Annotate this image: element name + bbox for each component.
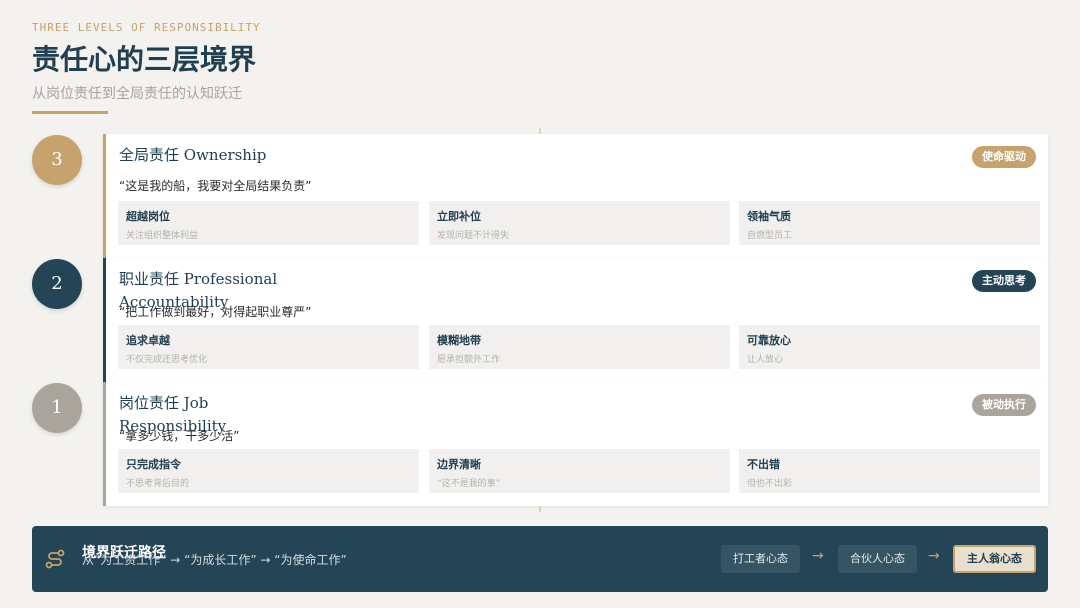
- level-1-badge: 被动执行: [972, 394, 1036, 416]
- list-item: 模糊地带 愿承担额外工作: [429, 325, 730, 369]
- list-item: 立即补位 发现问题不计得失: [429, 201, 730, 245]
- list-item: 可靠放心 让人放心: [739, 325, 1040, 369]
- item-desc: 发现问题不计得失: [437, 231, 510, 241]
- path-route-icon: [45, 549, 65, 569]
- level-2-number: 2: [51, 273, 63, 294]
- item-desc: 愿承担额外工作: [437, 355, 501, 365]
- item-desc: 关注组织整体利益: [126, 231, 199, 241]
- level-3-badge: 使命驱动: [972, 146, 1036, 168]
- list-item: 不出错 但也不出彩: [739, 449, 1040, 493]
- list-item: 只完成指令 不思考背后目的: [118, 449, 419, 493]
- list-item: 追求卓越 不仅完成还思考优化: [118, 325, 419, 369]
- eyebrow-label: THREE LEVELS OF RESPONSIBILITY: [32, 21, 261, 34]
- list-item: 超越岗位 关注组织整体利益: [118, 201, 419, 245]
- item-title: 超越岗位: [126, 210, 170, 223]
- level-2-card: 职业责任 Professional Accountability “把工作做到最…: [103, 258, 1048, 382]
- step-owner-mindset: 主人翁心态: [953, 545, 1036, 573]
- title-underline: [32, 111, 108, 114]
- transition-path-bar: 境界跃迁路径 从“为工资工作” → “为成长工作” → “为使命工作” 打工者心…: [32, 526, 1048, 592]
- item-desc: 不仅完成还思考优化: [126, 355, 208, 365]
- step-worker-mindset: 打工者心态: [721, 545, 800, 573]
- page-title: 责任心的三层境界: [32, 43, 257, 76]
- item-desc: 自燃型员工: [747, 231, 793, 241]
- list-item: 领袖气质 自燃型员工: [739, 201, 1040, 245]
- item-title: 边界清晰: [437, 458, 481, 471]
- level-1-circle: 1: [32, 383, 82, 433]
- item-title: 可靠放心: [747, 334, 791, 347]
- level-2-badge: 主动思考: [972, 270, 1036, 292]
- arrow-icon: →: [928, 548, 940, 564]
- item-desc: 让人放心: [747, 355, 784, 365]
- level-1-card: 岗位责任 Job Responsibility “拿多少钱，干多少活” 被动执行…: [103, 382, 1048, 506]
- item-title: 模糊地带: [437, 334, 481, 347]
- item-desc: 但也不出彩: [747, 479, 793, 489]
- level-2-quote: “把工作做到最好，对得起职业尊严”: [119, 305, 312, 319]
- item-desc: “这不是我的事”: [437, 479, 501, 489]
- footer-desc: 从“为工资工作” → “为成长工作” → “为使命工作”: [82, 553, 347, 567]
- level-3-circle: 3: [32, 135, 82, 185]
- item-desc: 不思考背后目的: [126, 479, 190, 489]
- item-title: 领袖气质: [747, 210, 791, 223]
- level-3-card: 全局责任 Ownership “这是我的船，我要对全局结果负责” 使命驱动 超越…: [103, 134, 1048, 258]
- level-3-quote: “这是我的船，我要对全局结果负责”: [119, 179, 312, 193]
- arrow-icon: →: [812, 548, 824, 564]
- level-2-circle: 2: [32, 259, 82, 309]
- page-subtitle: 从岗位责任到全局责任的认知跃迁: [32, 86, 242, 102]
- step-partner-mindset: 合伙人心态: [838, 545, 917, 573]
- level-3-title: 全局责任 Ownership: [119, 146, 267, 164]
- level-1-quote: “拿多少钱，干多少活”: [119, 429, 240, 443]
- item-title: 不出错: [747, 458, 780, 471]
- level-3-number: 3: [51, 149, 63, 170]
- item-title: 追求卓越: [126, 334, 170, 347]
- item-title: 立即补位: [437, 210, 481, 223]
- item-title: 只完成指令: [126, 458, 181, 471]
- level-1-number: 1: [51, 397, 63, 418]
- list-item: 边界清晰 “这不是我的事”: [429, 449, 730, 493]
